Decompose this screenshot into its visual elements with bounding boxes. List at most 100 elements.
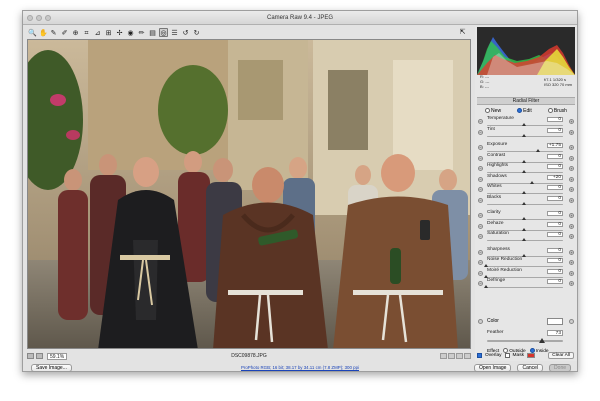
noise-reduction-track[interactable]	[484, 264, 563, 267]
defringe-track[interactable]	[484, 285, 563, 288]
tint-minus-icon[interactable]: −	[478, 129, 483, 135]
blacks-value[interactable]: 0	[547, 195, 563, 201]
radio-button[interactable]	[547, 108, 553, 114]
color-plus-icon[interactable]	[569, 319, 574, 324]
defringe-thumb[interactable]	[484, 285, 488, 288]
exposure-minus-icon[interactable]: −	[478, 145, 483, 150]
dehaze-value[interactable]: 0	[547, 221, 563, 227]
radio-button[interactable]	[517, 108, 523, 114]
temperature-track[interactable]	[487, 123, 563, 126]
shadows-thumb[interactable]	[529, 180, 534, 184]
whites-value[interactable]: 0	[547, 185, 563, 190]
contrast-plus-icon[interactable]: +	[569, 155, 574, 161]
mask-color-swatch[interactable]	[527, 352, 535, 358]
temperature-minus-icon[interactable]: −	[478, 119, 483, 124]
radial-filter-icon[interactable]: ◎	[159, 27, 168, 37]
exposure-track[interactable]	[487, 149, 563, 152]
whites-track[interactable]	[487, 191, 563, 194]
defringe-plus-icon[interactable]: +	[569, 281, 574, 286]
tint-plus-icon[interactable]: +	[569, 129, 574, 135]
saturation-thumb[interactable]	[522, 238, 526, 241]
defringe-minus-icon[interactable]: −	[478, 281, 483, 286]
shadows-minus-icon[interactable]: −	[478, 176, 483, 182]
saturation-track[interactable]	[487, 238, 563, 241]
noise-reduction-minus-icon[interactable]: −	[478, 260, 483, 265]
blacks-plus-icon[interactable]: +	[569, 197, 574, 203]
straighten-icon[interactable]: ⊿	[93, 28, 102, 37]
fullscreen-icon[interactable]: ⇱	[458, 27, 467, 36]
zoom-button[interactable]	[45, 14, 51, 21]
moir-reduction-value[interactable]: 0	[547, 268, 563, 274]
noise-reduction-thumb[interactable]	[484, 264, 488, 267]
clarity-plus-icon[interactable]: +	[569, 213, 574, 218]
sharpness-thumb[interactable]	[522, 253, 526, 257]
mode-option-edit[interactable]: Edit	[517, 108, 532, 114]
noise-reduction-plus-icon[interactable]: +	[569, 260, 574, 265]
sharpness-minus-icon[interactable]: −	[478, 249, 483, 255]
rotate-right-icon[interactable]: ↻	[192, 28, 201, 37]
white-balance-icon[interactable]: ✎	[49, 28, 58, 37]
saturation-value[interactable]: 0	[547, 232, 563, 237]
temperature-plus-icon[interactable]: +	[569, 119, 574, 124]
contrast-minus-icon[interactable]: −	[478, 155, 483, 161]
radio-button[interactable]	[485, 108, 491, 114]
clarity-thumb[interactable]	[522, 217, 526, 220]
mask-checkbox[interactable]	[504, 352, 510, 358]
blacks-track[interactable]	[487, 201, 563, 205]
highlights-track[interactable]	[487, 170, 563, 173]
workflow-options-link[interactable]: ProPhoto RGB; 16 bit; 38.17 by 34.11 cm …	[23, 365, 577, 370]
adjustment-brush-icon[interactable]: ✏	[137, 28, 146, 37]
highlights-thumb[interactable]	[522, 170, 526, 173]
dehaze-thumb[interactable]	[522, 227, 526, 231]
whites-thumb[interactable]	[522, 191, 526, 194]
sharpness-value[interactable]: 0	[547, 247, 563, 253]
crop-icon[interactable]: ⌗	[82, 28, 91, 37]
saturation-minus-icon[interactable]: −	[478, 234, 483, 239]
defringe-value[interactable]: 0	[547, 279, 563, 284]
moir-reduction-minus-icon[interactable]: −	[478, 270, 483, 276]
color-sampler-icon[interactable]: ✐	[60, 28, 69, 37]
color-swatch[interactable]	[547, 318, 563, 325]
targeted-adjustment-icon[interactable]: ⊕	[71, 28, 80, 37]
dehaze-minus-icon[interactable]: −	[478, 223, 483, 229]
rotate-left-icon[interactable]: ↺	[181, 28, 190, 37]
shadows-value[interactable]: +20	[547, 174, 563, 180]
swap-settings-icon[interactable]	[448, 353, 455, 359]
copy-settings-icon[interactable]	[456, 353, 463, 359]
dehaze-plus-icon[interactable]: +	[569, 223, 574, 229]
clear-all-button[interactable]: Clear All	[548, 351, 574, 359]
overlay-checkbox[interactable]	[477, 352, 482, 358]
color-minus-icon[interactable]	[478, 319, 483, 324]
feather-thumb[interactable]	[539, 338, 546, 343]
exposure-value[interactable]: +1.75	[547, 143, 563, 148]
clarity-minus-icon[interactable]: −	[478, 213, 483, 218]
clarity-track[interactable]	[487, 217, 563, 220]
moir-reduction-plus-icon[interactable]: +	[569, 270, 574, 276]
highlights-plus-icon[interactable]: +	[569, 166, 574, 171]
tint-thumb[interactable]	[522, 133, 526, 137]
feather-value[interactable]: 73	[547, 330, 563, 336]
minimize-button[interactable]	[36, 14, 42, 21]
transform-icon[interactable]: ⊞	[104, 28, 113, 37]
feather-track[interactable]	[487, 338, 563, 343]
sharpness-plus-icon[interactable]: +	[569, 249, 574, 255]
close-button[interactable]	[27, 14, 33, 21]
tint-track[interactable]	[487, 133, 563, 137]
contrast-thumb[interactable]	[522, 159, 526, 163]
clarity-value[interactable]: 0	[547, 211, 563, 216]
mode-option-brush[interactable]: Brush	[547, 108, 567, 114]
before-after-icon[interactable]	[440, 353, 447, 359]
whites-minus-icon[interactable]: −	[478, 187, 483, 192]
blacks-minus-icon[interactable]: −	[478, 197, 483, 203]
toggle-settings-icon[interactable]	[464, 353, 471, 359]
graduated-filter-icon[interactable]: ▤	[148, 28, 157, 37]
whites-plus-icon[interactable]: +	[569, 187, 574, 192]
blacks-thumb[interactable]	[522, 201, 526, 205]
red-eye-icon[interactable]: ◉	[126, 28, 135, 37]
mode-option-new[interactable]: New	[485, 108, 501, 114]
highlights-value[interactable]: 0	[547, 164, 563, 169]
noise-reduction-value[interactable]: 0	[547, 258, 563, 263]
preferences-icon[interactable]: ☰	[170, 28, 179, 37]
zoom-icon[interactable]: 🔍	[27, 28, 37, 37]
saturation-plus-icon[interactable]: +	[569, 234, 574, 239]
